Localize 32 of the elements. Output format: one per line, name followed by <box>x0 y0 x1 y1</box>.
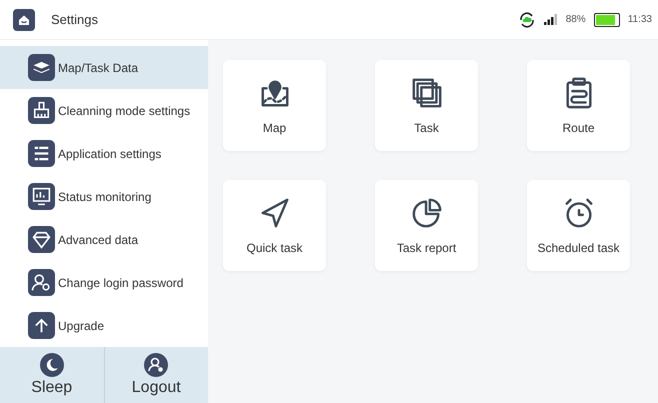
menu-tile[interactable]: Scheduled task <box>527 180 630 271</box>
sidebar-item[interactable]: Advanced data <box>0 218 208 261</box>
menu-tile[interactable]: Route <box>527 60 630 151</box>
moon-icon <box>40 353 64 377</box>
battery-icon <box>594 12 620 26</box>
alarm-clock-icon <box>562 196 594 228</box>
navigation-arrow-icon <box>258 196 290 228</box>
sidebar-item[interactable]: Map/Task Data <box>0 46 208 89</box>
sidebar-item[interactable]: Status monitoring <box>0 175 208 218</box>
menu-tile[interactable]: Map <box>223 60 326 151</box>
sidebar-item[interactable]: Upgrade <box>0 304 208 347</box>
upload-icon <box>28 312 55 339</box>
screen-title: Settings <box>51 12 98 27</box>
pie-chart-icon <box>410 196 442 228</box>
sidebar-item[interactable]: Cleanning mode settings <box>0 89 208 132</box>
cloud-sync-icon <box>518 10 536 28</box>
user-key-icon <box>28 269 55 296</box>
stacked-squares-icon <box>410 76 442 108</box>
menu-tile[interactable]: Task <box>375 60 478 151</box>
clock-time: 11:33 <box>628 14 652 25</box>
sidebar-item[interactable]: Application settings <box>0 132 208 175</box>
list-icon <box>28 140 55 167</box>
battery-percent: 88% <box>566 14 586 25</box>
menu-tile[interactable]: Quick task <box>223 180 326 271</box>
user-icon <box>144 353 168 377</box>
sidebar-item[interactable]: Change login password <box>0 261 208 304</box>
brush-icon <box>28 97 55 124</box>
menu-tile[interactable]: Task report <box>375 180 478 271</box>
home-icon <box>13 8 35 30</box>
signal-icon <box>544 14 558 25</box>
monitor-icon <box>28 183 55 210</box>
layers-icon <box>28 54 55 81</box>
